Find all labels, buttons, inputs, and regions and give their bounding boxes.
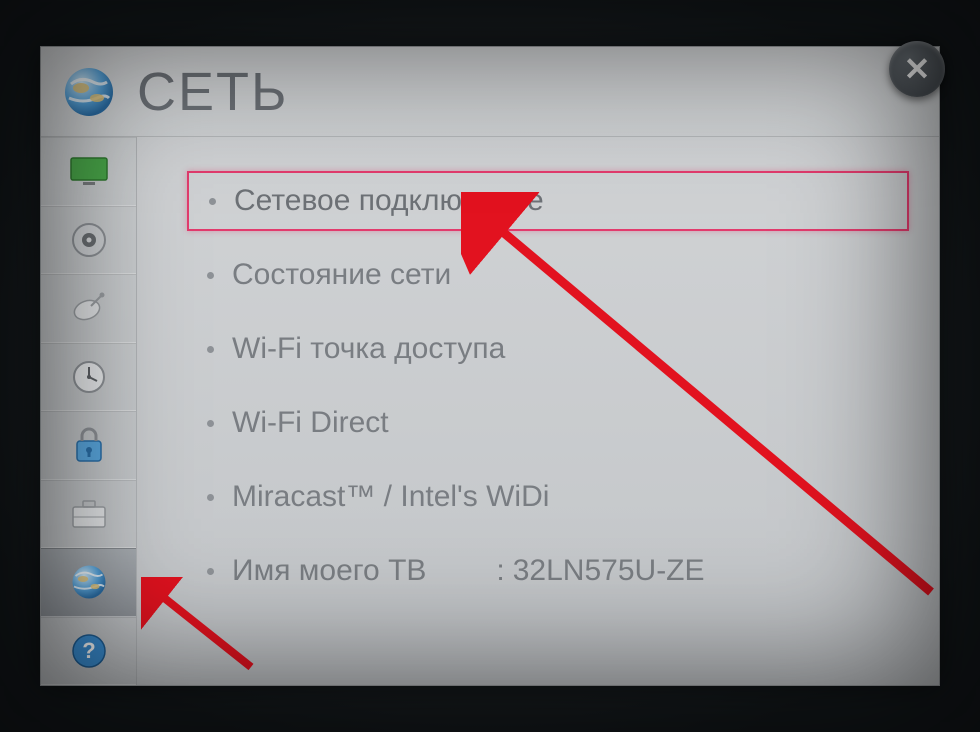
menu-item-miracast[interactable]: Miracast™ / Intel's WiDi [187,467,909,527]
speaker-icon [69,220,109,260]
menu-content: Сетевое подключение Состояние сети Wi-Fi… [137,137,939,685]
satellite-icon [69,288,109,328]
sidebar: ? [41,137,137,685]
bullet-icon [207,346,214,353]
close-button[interactable]: ✕ [889,41,945,97]
menu-item-wifi-ap[interactable]: Wi-Fi точка доступа [187,319,909,379]
briefcase-icon [69,497,109,531]
help-icon: ? [69,631,109,671]
svg-text:?: ? [82,638,95,663]
menu-item-label: Miracast™ / Intel's WiDi [232,480,549,514]
panel-title: СЕТЬ [137,61,288,123]
sidebar-item-channel[interactable] [41,274,136,343]
menu-item-network-connection[interactable]: Сетевое подключение [187,171,909,231]
menu-item-label: Wi-Fi Direct [232,406,389,440]
clock-icon [69,357,109,397]
monitor-icon [69,156,109,186]
network-globe-icon [59,62,119,122]
tv-name-value: 32LN575U-ZE [513,554,705,588]
panel-header: СЕТЬ [41,47,939,137]
bullet-icon [207,420,214,427]
close-icon: ✕ [904,50,931,88]
menu-item-label: Состояние сети [232,258,451,292]
settings-panel: СЕТЬ ✕ [40,46,940,686]
separator: : [496,554,504,588]
menu-item-tv-name[interactable]: Имя моего ТВ : 32LN575U-ZE [187,541,909,601]
bullet-icon [209,198,216,205]
sidebar-item-lock[interactable] [41,411,136,480]
sidebar-item-time[interactable] [41,343,136,412]
sidebar-item-sound[interactable] [41,206,136,275]
globe-icon [68,561,110,603]
menu-item-wifi-direct[interactable]: Wi-Fi Direct [187,393,909,453]
sidebar-item-option[interactable] [41,480,136,549]
menu-item-network-status[interactable]: Состояние сети [187,245,909,305]
sidebar-item-network[interactable] [41,548,136,617]
bullet-icon [207,568,214,575]
bullet-icon [207,272,214,279]
menu-item-label: Сетевое подключение [234,184,544,218]
sidebar-item-support[interactable]: ? [41,617,136,686]
lock-icon [71,425,107,465]
panel-body: ? Сетевое подключение Состояние сети Wi-… [41,137,939,685]
sidebar-item-picture[interactable] [41,137,136,206]
bullet-icon [207,494,214,501]
menu-item-label: Wi-Fi точка доступа [232,332,505,366]
menu-item-label: Имя моего ТВ [232,554,426,588]
